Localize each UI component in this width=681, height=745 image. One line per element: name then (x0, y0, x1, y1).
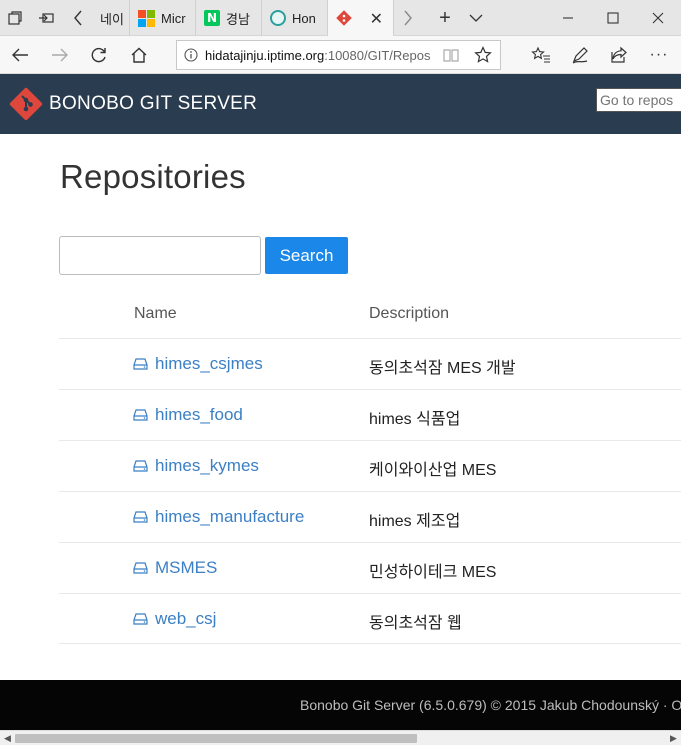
repository-link[interactable]: himes_food (133, 405, 243, 425)
repository-drive-icon (133, 562, 148, 574)
search-button[interactable]: Search (265, 237, 348, 274)
table-row: MSMES 민성하이테크 MES (59, 542, 681, 593)
bonobo-git-logo-icon[interactable] (9, 87, 43, 121)
repository-description: himes 제조업 (369, 513, 461, 530)
table-row: himes_food himes 식품업 (59, 389, 681, 440)
site-navbar: BONOBO GIT SERVER (0, 74, 681, 134)
forward-icon[interactable] (41, 36, 79, 74)
browser-tab[interactable]: Hon (262, 0, 328, 36)
page-footer: Bonobo Git Server (6.5.0.679) © 2015 Jak… (0, 680, 681, 730)
horizontal-scrollbar[interactable]: ◀ ▶ (0, 730, 681, 745)
table-row: himes_kymes 케이와이산업 MES (59, 440, 681, 491)
share-icon[interactable] (600, 36, 638, 74)
table-row: himes_csjmes 동의초석잠 MES 개발 (59, 338, 681, 389)
table-row: himes_manufacture himes 제조업 (59, 491, 681, 542)
bonobo-git-icon (336, 10, 352, 26)
new-tab-icon[interactable]: + (430, 0, 460, 36)
repository-link[interactable]: MSMES (133, 558, 217, 578)
address-bar: hidatajinju.iptime.org:10080/GIT/Repos ·… (0, 36, 681, 74)
browser-tab[interactable]: N 경남 (196, 0, 262, 36)
microsoft-logo-icon (138, 9, 155, 27)
tab-preview-chevron-icon[interactable] (462, 0, 490, 36)
browser-tab[interactable]: 네이 (92, 0, 130, 36)
browser-tab-strip: 네이 Micr N 경남 Hon ✕ + (0, 0, 681, 36)
repository-link[interactable]: himes_csjmes (133, 354, 263, 374)
set-aside-tabs-icon[interactable] (30, 0, 62, 36)
repository-description: 동의초석잠 MES 개발 (369, 360, 516, 377)
close-tab-icon[interactable]: ✕ (370, 9, 383, 29)
footer-text: Bonobo Git Server (6.5.0.679) © 2015 Jak… (300, 697, 681, 713)
repository-drive-icon (133, 613, 148, 625)
tab-scroll-left-icon[interactable] (64, 0, 92, 36)
web-note-pen-icon[interactable] (561, 36, 599, 74)
repository-description: himes 식품업 (369, 411, 461, 428)
browser-tab-active[interactable]: ✕ (328, 0, 394, 36)
scroll-right-arrow-icon[interactable]: ▶ (666, 731, 681, 745)
column-header-description[interactable]: Description (369, 305, 449, 323)
more-options-icon[interactable]: ··· (640, 36, 678, 74)
repository-drive-icon (133, 409, 148, 421)
browser-tab[interactable]: Micr (130, 0, 196, 36)
table-bottom-divider (59, 643, 681, 644)
favorites-hub-icon[interactable] (522, 36, 560, 74)
scrollbar-thumb[interactable] (15, 734, 417, 743)
site-info-icon[interactable] (177, 48, 205, 62)
tab-scroll-right-icon[interactable] (394, 0, 422, 36)
repository-name: himes_food (155, 405, 243, 424)
tab-label: 경남 (226, 11, 250, 27)
tab-label: Hon (292, 10, 316, 26)
url-host: hidatajinju.iptime.org (205, 47, 325, 63)
repository-name: himes_manufacture (155, 507, 305, 526)
table-row: web_csj 동의초석잠 웹 (59, 593, 681, 644)
repository-drive-icon (133, 460, 148, 472)
maximize-icon[interactable] (590, 0, 636, 36)
repository-name: himes_kymes (155, 456, 259, 475)
favorite-star-icon[interactable] (464, 36, 502, 74)
back-icon[interactable] (1, 36, 39, 74)
repository-drive-icon (133, 511, 148, 523)
page-title: Repositories (60, 158, 246, 195)
naver-n-icon: N (204, 10, 220, 26)
tab-actions-icon[interactable] (0, 0, 30, 36)
globe-icon (270, 10, 286, 26)
repository-name: MSMES (155, 558, 218, 577)
tab-label: Micr (161, 10, 186, 26)
url-path: :10080/GIT/Repos (324, 47, 431, 63)
column-header-name[interactable]: Name (134, 305, 177, 323)
minimize-icon[interactable] (545, 0, 591, 36)
repository-link[interactable]: himes_manufacture (133, 507, 304, 527)
repository-description: 동의초석잠 웹 (369, 615, 462, 632)
repository-link[interactable]: web_csj (133, 609, 216, 629)
repository-link[interactable]: himes_kymes (133, 456, 259, 476)
home-icon[interactable] (120, 36, 158, 74)
go-to-repository-input[interactable] (596, 88, 681, 112)
repository-name: web_csj (155, 609, 217, 628)
repository-drive-icon (133, 358, 148, 370)
repository-name: himes_csjmes (155, 354, 263, 373)
search-input[interactable] (59, 236, 261, 275)
repository-description: 케이와이산업 MES (369, 462, 497, 479)
refresh-icon[interactable] (80, 36, 118, 74)
tab-label: 네이 (100, 11, 124, 27)
repository-description: 민성하이테크 MES (369, 564, 497, 581)
close-window-icon[interactable] (635, 0, 681, 36)
scroll-left-arrow-icon[interactable]: ◀ (0, 731, 15, 745)
brand-title[interactable]: BONOBO GIT SERVER (49, 93, 257, 115)
